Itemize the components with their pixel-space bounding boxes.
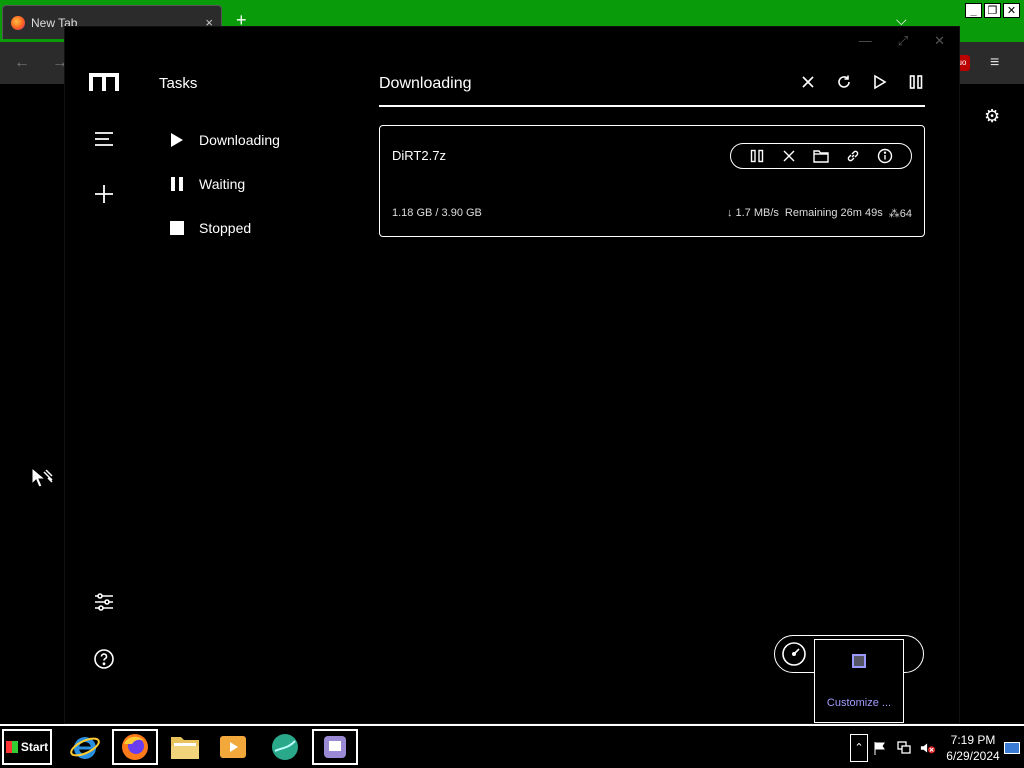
speedometer-dial-icon <box>782 642 806 666</box>
filter-stopped[interactable]: Stopped <box>169 220 251 236</box>
task-info-icon[interactable] <box>877 148 893 164</box>
task-actions <box>730 143 912 169</box>
taskbar-media-player[interactable] <box>210 729 256 765</box>
volume-muted-icon[interactable] <box>920 740 936 756</box>
taskbar-file-explorer[interactable] <box>162 729 208 765</box>
title-divider <box>379 105 925 107</box>
start-button[interactable]: Start <box>2 729 52 765</box>
media-player-icon <box>220 736 246 758</box>
time-remaining: Remaining 26m 49s <box>784 207 883 219</box>
task-item[interactable]: DiRT2.7z 1.18 GB / 3.90 GB ↓ 1.7 MB/s Re… <box>379 125 925 237</box>
remove-task-icon[interactable] <box>781 148 797 164</box>
help-question-icon[interactable] <box>92 647 116 671</box>
back-arrow-icon[interactable]: ← <box>14 54 30 72</box>
peers-icon: ⁂ <box>888 208 900 220</box>
show-hidden-icons-button[interactable]: ⌃ <box>850 734 868 762</box>
hamburger-menu-icon[interactable]: ≡ <box>990 54 999 72</box>
pause-task-icon[interactable] <box>749 148 765 164</box>
copy-link-icon[interactable] <box>845 148 861 164</box>
close-window-button[interactable]: ✕ <box>1003 3 1020 18</box>
task-list-menu-icon[interactable] <box>92 127 116 151</box>
resume-all-play-icon[interactable] <box>871 73 889 91</box>
internet-explorer-icon <box>70 737 100 759</box>
taskbar-app-globe[interactable] <box>262 729 308 765</box>
clock-date: 6/29/2024 <box>946 749 1000 763</box>
taskbar-internet-explorer[interactable] <box>62 729 108 765</box>
stop-icon <box>169 220 185 236</box>
pause-icon <box>169 176 185 192</box>
firefox-icon <box>11 15 25 30</box>
taskbar-firefox[interactable] <box>112 729 158 765</box>
customize-link[interactable]: Customize ... <box>815 697 903 709</box>
action-center-flag-icon[interactable] <box>872 740 888 756</box>
pause-all-icon[interactable] <box>907 73 925 91</box>
download-speed: ↓ 1.7 MB/s <box>726 207 779 219</box>
show-desktop-icon[interactable] <box>1004 742 1020 754</box>
refresh-icon[interactable] <box>835 73 853 91</box>
system-clock[interactable]: 7:19 PM 6/29/2024 <box>940 732 1006 764</box>
globe-app-icon <box>272 734 298 760</box>
add-task-plus-icon[interactable] <box>92 182 116 206</box>
page-title: Downloading <box>379 75 472 92</box>
filter-label: Stopped <box>199 220 252 236</box>
clock-time: 7:19 PM <box>950 733 996 747</box>
windows-flag-icon <box>5 741 18 753</box>
start-label: Start <box>20 740 49 754</box>
busy-cursor-icon <box>31 466 53 488</box>
filter-downloading[interactable]: Downloading <box>169 132 280 148</box>
task-progress-text: 1.18 GB / 3.90 GB <box>392 207 482 219</box>
window-controls: _ ❐ ✕ <box>965 3 1020 18</box>
motrix-logo-icon <box>89 73 119 91</box>
connections-count: ⁂64 <box>888 208 912 220</box>
app-close-icon[interactable]: ✕ <box>934 33 945 49</box>
folder-icon <box>171 737 199 759</box>
filter-label: Downloading <box>199 132 280 148</box>
play-icon <box>169 132 185 148</box>
nav-rail <box>65 27 143 723</box>
tasks-heading: Tasks <box>159 75 198 92</box>
taskbar: Start ⌃ 7:19 PM 6/29/2024 <box>0 724 1024 768</box>
tasks-panel: Tasks Downloading Waiting Stopped <box>143 27 369 723</box>
minimize-button[interactable]: _ <box>965 3 982 18</box>
restore-button[interactable]: ❐ <box>984 3 1001 18</box>
new-tab-settings-gear-icon[interactable]: ⚙ <box>984 106 1000 127</box>
task-stats: ↓ 1.7 MB/s Remaining 26m 49s ⁂64 <box>727 207 912 220</box>
main-toolbar <box>799 73 925 91</box>
tray-overflow-popup: Customize ... <box>814 639 904 723</box>
delete-all-close-icon[interactable] <box>799 73 817 91</box>
motrix-tray-icon[interactable] <box>852 654 866 668</box>
open-folder-icon[interactable] <box>813 148 829 164</box>
firefox-icon <box>122 734 148 760</box>
preferences-sliders-icon[interactable] <box>92 590 116 614</box>
taskbar-motrix[interactable] <box>312 729 358 765</box>
network-icon[interactable] <box>896 740 912 756</box>
task-name: DiRT2.7z <box>392 148 446 163</box>
filter-label: Waiting <box>199 176 246 192</box>
main-content: Downloading DiRT2.7z 1.18 GB / 3.90 GB ↓… <box>379 27 925 723</box>
filter-waiting[interactable]: Waiting <box>169 176 245 192</box>
motrix-window: — ⤢ ✕ Tasks Downloading Waiting Stopped … <box>64 26 960 724</box>
motrix-app-icon <box>324 736 346 758</box>
